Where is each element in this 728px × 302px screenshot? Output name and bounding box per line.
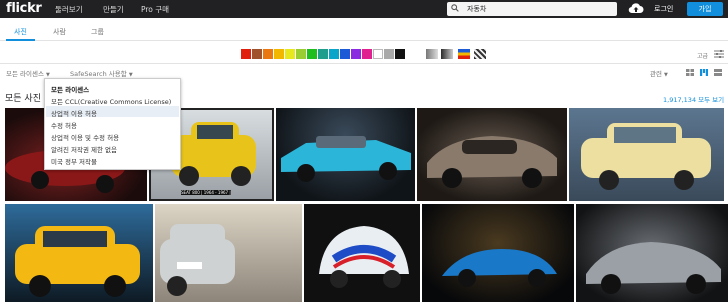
top-navigation-bar: flickr 둘러보기 만들기 Pro 구매 자동차 로그인 가입 <box>0 0 728 18</box>
photo-result[interactable] <box>276 108 415 201</box>
photo-result[interactable] <box>304 204 420 302</box>
login-link[interactable]: 로그인 <box>654 4 673 14</box>
photo-result[interactable] <box>5 204 153 302</box>
tab-people[interactable]: 사람 <box>53 27 66 37</box>
nav-create[interactable]: 만들기 <box>103 4 124 15</box>
license-option-no-restrictions[interactable]: 알려진 저작권 제한 없음 <box>51 144 117 154</box>
color-swatch[interactable] <box>274 49 284 59</box>
signup-button[interactable]: 가입 <box>687 2 723 16</box>
photo-result[interactable] <box>569 108 724 201</box>
justified-view-icon[interactable] <box>700 69 708 76</box>
view-all-link[interactable]: 1,917,134 모두 보기 <box>663 94 724 104</box>
vintage-car-photo <box>586 242 721 294</box>
active-tab-indicator <box>6 39 35 41</box>
shallow-depth-filter[interactable] <box>441 49 453 59</box>
color-swatch[interactable] <box>373 49 383 59</box>
search-type-tabs: 사진 사람 그룹 <box>0 18 728 41</box>
safesearch-label: SafeSearch 사용함 <box>70 70 127 78</box>
license-filter-dropdown[interactable]: 모든 라이센스 ▼ <box>6 68 50 78</box>
license-dropdown-menu: 모든 라이센스 모든 CCL(Creative Commons License)… <box>44 78 181 170</box>
license-filter-label: 모든 라이센스 <box>6 70 44 78</box>
color-swatch[interactable] <box>285 49 295 59</box>
color-swatch[interactable] <box>351 49 361 59</box>
results-title: 모든 사진 <box>5 94 41 104</box>
color-swatch[interactable] <box>307 49 317 59</box>
search-icon <box>451 4 459 12</box>
color-swatch[interactable] <box>340 49 350 59</box>
yellow-taxi-photo <box>15 226 140 297</box>
search-input[interactable]: 자동차 <box>447 2 617 16</box>
photo-result[interactable] <box>576 204 728 302</box>
photo-caption: SEAT 800 | 1964 - 1967 | <box>181 190 231 195</box>
color-filter-bar: 고급 <box>0 42 728 64</box>
license-option-all[interactable]: 모든 라이센스 <box>51 84 89 94</box>
color-swatch[interactable] <box>362 49 372 59</box>
tab-groups[interactable]: 그룹 <box>91 27 104 37</box>
nav-explore[interactable]: 둘러보기 <box>55 4 83 15</box>
blue-chevelle-photo <box>281 136 411 182</box>
license-option-us-gov[interactable]: 미국 정부 저작물 <box>51 156 97 166</box>
photo-result[interactable] <box>422 204 574 302</box>
tab-photos[interactable]: 사진 <box>14 27 27 37</box>
cream-seat-photo <box>581 123 711 190</box>
license-option-cc[interactable]: 모든 CCL(Creative Commons License) <box>51 96 171 106</box>
color-swatch[interactable] <box>296 49 306 59</box>
search-value: 자동차 <box>467 5 487 13</box>
license-option-commercial[interactable]: 상업적 이용 허용 <box>51 108 97 118</box>
patterns-filter[interactable] <box>474 49 486 59</box>
sort-dropdown[interactable]: 관련 ▼ <box>650 68 668 78</box>
martini-beetle-photo <box>319 226 409 288</box>
color-swatch[interactable] <box>263 49 273 59</box>
color-swatch[interactable] <box>384 49 394 59</box>
sort-label: 관련 <box>650 70 662 78</box>
color-swatch[interactable] <box>395 49 405 59</box>
color-swatch[interactable] <box>252 49 262 59</box>
grid-view-icon[interactable] <box>686 69 694 76</box>
list-view-icon[interactable] <box>714 69 722 76</box>
color-swatch[interactable] <box>329 49 339 59</box>
license-option-modify[interactable]: 수정 허용 <box>51 120 77 130</box>
color-swatch[interactable] <box>241 49 251 59</box>
safesearch-dropdown[interactable]: SafeSearch 사용함 ▼ <box>70 68 133 78</box>
black-white-filter[interactable] <box>426 49 438 59</box>
sliders-icon[interactable] <box>714 50 724 58</box>
flickr-logo[interactable]: flickr <box>6 1 42 16</box>
photo-result[interactable] <box>155 204 302 302</box>
advanced-search-link[interactable]: 고급 <box>697 51 708 60</box>
nav-pro[interactable]: Pro 구매 <box>141 4 169 15</box>
chevron-down-icon: ▼ <box>664 72 668 78</box>
photo-result[interactable] <box>417 108 567 201</box>
blue-porsche-photo <box>442 249 557 287</box>
color-swatch[interactable] <box>318 49 328 59</box>
rusty-car-photo <box>427 136 557 188</box>
license-option-commercial-modify[interactable]: 상업적 이용 및 수정 허용 <box>51 132 119 142</box>
minimalist-filter[interactable] <box>458 49 470 59</box>
silver-seat-photo <box>160 224 235 296</box>
upload-cloud-icon[interactable] <box>628 2 644 14</box>
